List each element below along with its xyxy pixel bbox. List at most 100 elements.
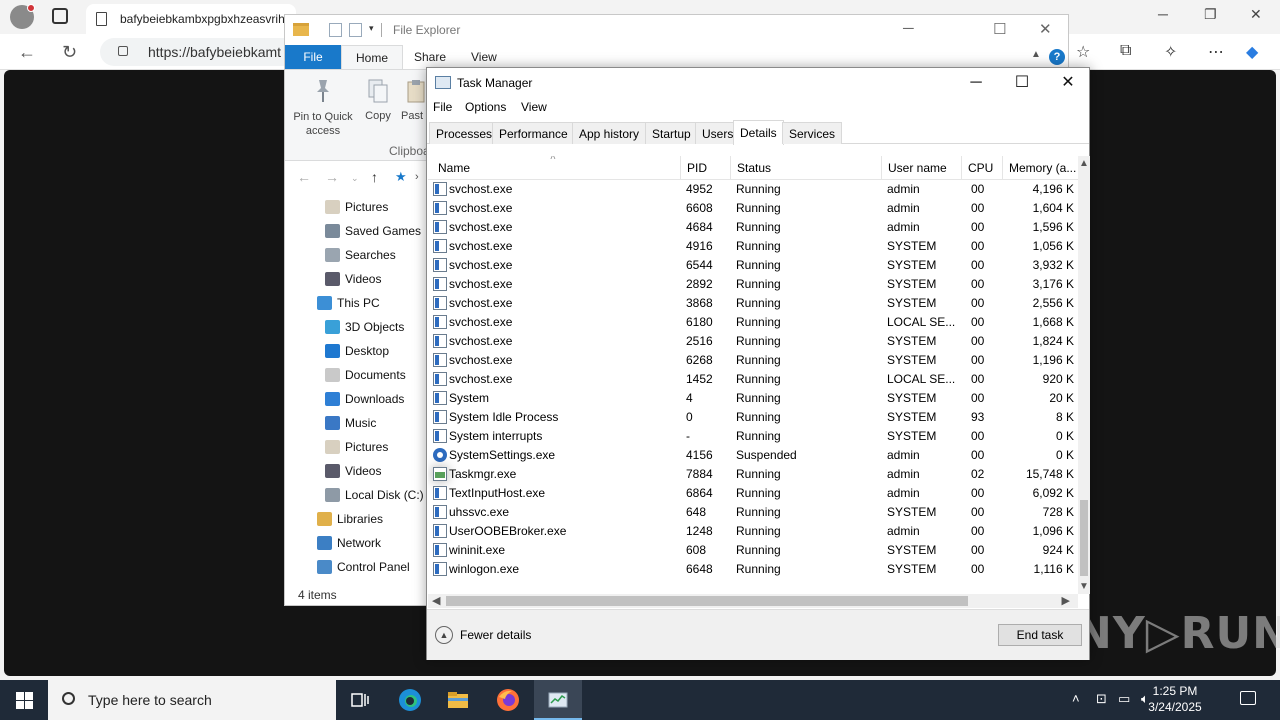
network-icon[interactable]: ▭ <box>1118 691 1130 707</box>
notification-icon[interactable] <box>1240 691 1256 705</box>
table-row[interactable]: System 4 Running SYSTEM 00 20 K <box>428 389 1078 408</box>
table-row[interactable]: winlogon.exe 6648 Running SYSTEM 00 1,116 K <box>428 560 1078 579</box>
column-header-pid[interactable]: PID <box>681 156 731 180</box>
fewer-details-link[interactable]: Fewer details <box>460 628 531 642</box>
tray-device-icon[interactable]: ⊡ <box>1096 691 1107 707</box>
tab-app-history[interactable]: App history <box>572 122 647 144</box>
cell-cpu: 00 <box>971 220 985 234</box>
explorer-minimize-button[interactable]: ─ <box>903 20 914 37</box>
tab-actions-icon[interactable] <box>52 8 68 24</box>
table-row[interactable]: svchost.exe 3868 Running SYSTEM 00 2,556 K <box>428 294 1078 313</box>
start-button[interactable] <box>0 680 48 720</box>
taskbar-clock[interactable]: 1:25 PM 3/24/2025 <box>1135 683 1215 715</box>
process-icon <box>433 220 447 234</box>
table-row[interactable]: uhssvc.exe 648 Running SYSTEM 00 728 K <box>428 503 1078 522</box>
scroll-right-icon[interactable]: ▶ <box>1062 594 1070 607</box>
table-row[interactable]: svchost.exe 6544 Running SYSTEM 00 3,932 K <box>428 256 1078 275</box>
taskbar-file-explorer[interactable] <box>434 680 482 720</box>
table-row[interactable]: TextInputHost.exe 6864 Running admin 00 6,092… <box>428 484 1078 503</box>
end-task-button[interactable]: End task <box>998 624 1082 646</box>
copilot-icon[interactable]: ◆ <box>1246 42 1258 62</box>
table-row[interactable]: svchost.exe 4684 Running admin 00 1,596 K <box>428 218 1078 237</box>
menu-file[interactable]: File <box>433 100 452 114</box>
help-icon[interactable]: ? <box>1049 49 1065 65</box>
favorites-icon[interactable]: ☆ <box>1076 42 1090 62</box>
taskbar-edge[interactable] <box>386 680 434 720</box>
tab-startup[interactable]: Startup <box>645 122 698 144</box>
table-row[interactable]: svchost.exe 6268 Running SYSTEM 00 1,196 K <box>428 351 1078 370</box>
quick-access-star-icon[interactable]: ★ <box>395 169 407 185</box>
cell-user: admin <box>887 220 920 234</box>
table-row[interactable]: svchost.exe 6608 Running admin 00 1,604 K <box>428 199 1078 218</box>
vertical-scroll-thumb[interactable] <box>1080 500 1088 576</box>
profile-avatar[interactable] <box>10 4 35 29</box>
table-row[interactable]: SystemSettings.exe 4156 Suspended admin 00 0 … <box>428 446 1078 465</box>
fewer-details-icon[interactable]: ▲ <box>435 626 453 644</box>
taskmgr-close-button[interactable]: ✕ <box>1045 72 1091 96</box>
menu-options[interactable]: Options <box>465 100 506 114</box>
task-view-button[interactable] <box>336 680 384 720</box>
menu-view[interactable]: View <box>521 100 547 114</box>
table-row[interactable]: svchost.exe 4952 Running admin 00 4,196 K <box>428 180 1078 199</box>
table-row[interactable]: svchost.exe 2892 Running SYSTEM 00 3,176 K <box>428 275 1078 294</box>
ribbon-tab-view[interactable]: View <box>457 45 511 69</box>
explorer-maximize-button[interactable]: ☐ <box>993 20 1006 38</box>
extensions-icon[interactable]: ✧ <box>1164 42 1177 62</box>
scroll-up-icon[interactable]: ▲ <box>1079 158 1089 169</box>
browser-close-button[interactable]: ✕ <box>1250 6 1262 23</box>
horizontal-scroll-thumb[interactable] <box>446 596 968 606</box>
ribbon-tab-home[interactable]: Home <box>341 45 404 69</box>
scroll-down-icon[interactable]: ▼ <box>1079 581 1089 592</box>
ribbon-tab-share[interactable]: Share <box>400 45 460 69</box>
back-arrow-icon[interactable]: ← <box>297 169 311 185</box>
copy-button[interactable]: Copy <box>361 78 395 122</box>
tab-details[interactable]: Details <box>733 120 784 145</box>
taskbar-search-box[interactable]: Type here to search <box>48 680 336 720</box>
recent-dropdown-icon[interactable]: ⌄ <box>351 173 359 184</box>
tab-performance[interactable]: Performance <box>492 122 575 144</box>
more-icon[interactable]: ⋯ <box>1208 42 1224 62</box>
new-folder-icon[interactable] <box>349 23 362 37</box>
properties-icon[interactable] <box>329 23 342 37</box>
cell-pid: 6648 <box>686 562 713 576</box>
table-row[interactable]: System Idle Process 0 Running SYSTEM 93 8 K <box>428 408 1078 427</box>
table-row[interactable]: System interrupts - Running SYSTEM 00 0 K <box>428 427 1078 446</box>
taskbar-firefox[interactable] <box>484 680 532 720</box>
ribbon-collapse-icon[interactable]: ▲ <box>1031 49 1041 60</box>
pin-quick-access-button[interactable]: Pin to Quick access <box>291 78 355 138</box>
item-count: 4 items <box>298 588 337 602</box>
browser-minimize-button[interactable]: ─ <box>1158 6 1168 22</box>
up-arrow-icon[interactable]: ↑ <box>371 169 378 185</box>
table-row[interactable]: svchost.exe 2516 Running SYSTEM 00 1,824 K <box>428 332 1078 351</box>
back-icon[interactable]: ← <box>18 42 36 63</box>
tab-processes[interactable]: Processes <box>429 122 500 144</box>
show-hidden-icons-icon[interactable]: ˄ <box>1072 691 1080 706</box>
browser-restore-button[interactable]: ❐ <box>1204 6 1217 23</box>
column-header-cpu[interactable]: CPU <box>962 156 1003 180</box>
browser-tab[interactable]: bafybeiebkambxpgbxhzeasvrihc <box>86 4 296 34</box>
table-row[interactable]: UserOOBEBroker.exe 1248 Running admin 00 1,09… <box>428 522 1078 541</box>
taskbar-task-manager[interactable] <box>534 680 582 720</box>
ribbon-tab-file[interactable]: File <box>285 45 341 69</box>
table-row[interactable]: wininit.exe 608 Running SYSTEM 00 924 K <box>428 541 1078 560</box>
taskmgr-minimize-button[interactable]: ─ <box>953 72 999 96</box>
scroll-left-icon[interactable]: ◀ <box>432 594 440 607</box>
table-row[interactable]: svchost.exe 6180 Running LOCAL SE... 00 1,668… <box>428 313 1078 332</box>
column-header-status[interactable]: Status <box>731 156 882 180</box>
tree-item-label: Pictures <box>345 200 389 214</box>
customize-quick-access-icon[interactable]: ▾ <box>369 23 374 34</box>
tab-services[interactable]: Services <box>782 122 843 144</box>
table-row[interactable]: Taskmgr.exe 7884 Running admin 02 15,748 K <box>428 465 1078 484</box>
vertical-scrollbar[interactable]: ▲ ▼ <box>1078 156 1090 594</box>
explorer-close-button[interactable]: ✕ <box>1039 20 1052 38</box>
collections-icon[interactable]: ⧉ <box>1120 42 1131 60</box>
table-row[interactable]: svchost.exe 1452 Running LOCAL SE... 00 920 K <box>428 370 1078 389</box>
column-header-user[interactable]: User name <box>882 156 962 180</box>
breadcrumb-chevron-icon[interactable]: › <box>415 171 419 183</box>
refresh-icon[interactable]: ↻ <box>62 42 77 63</box>
table-row[interactable]: svchost.exe 4916 Running SYSTEM 00 1,056 K <box>428 237 1078 256</box>
horizontal-scrollbar[interactable]: ◀ ▶ <box>428 594 1078 608</box>
forward-arrow-icon[interactable]: → <box>325 169 339 185</box>
taskmgr-maximize-button[interactable]: ☐ <box>999 72 1045 96</box>
column-header-memory[interactable]: Memory (a... <box>1003 156 1078 180</box>
